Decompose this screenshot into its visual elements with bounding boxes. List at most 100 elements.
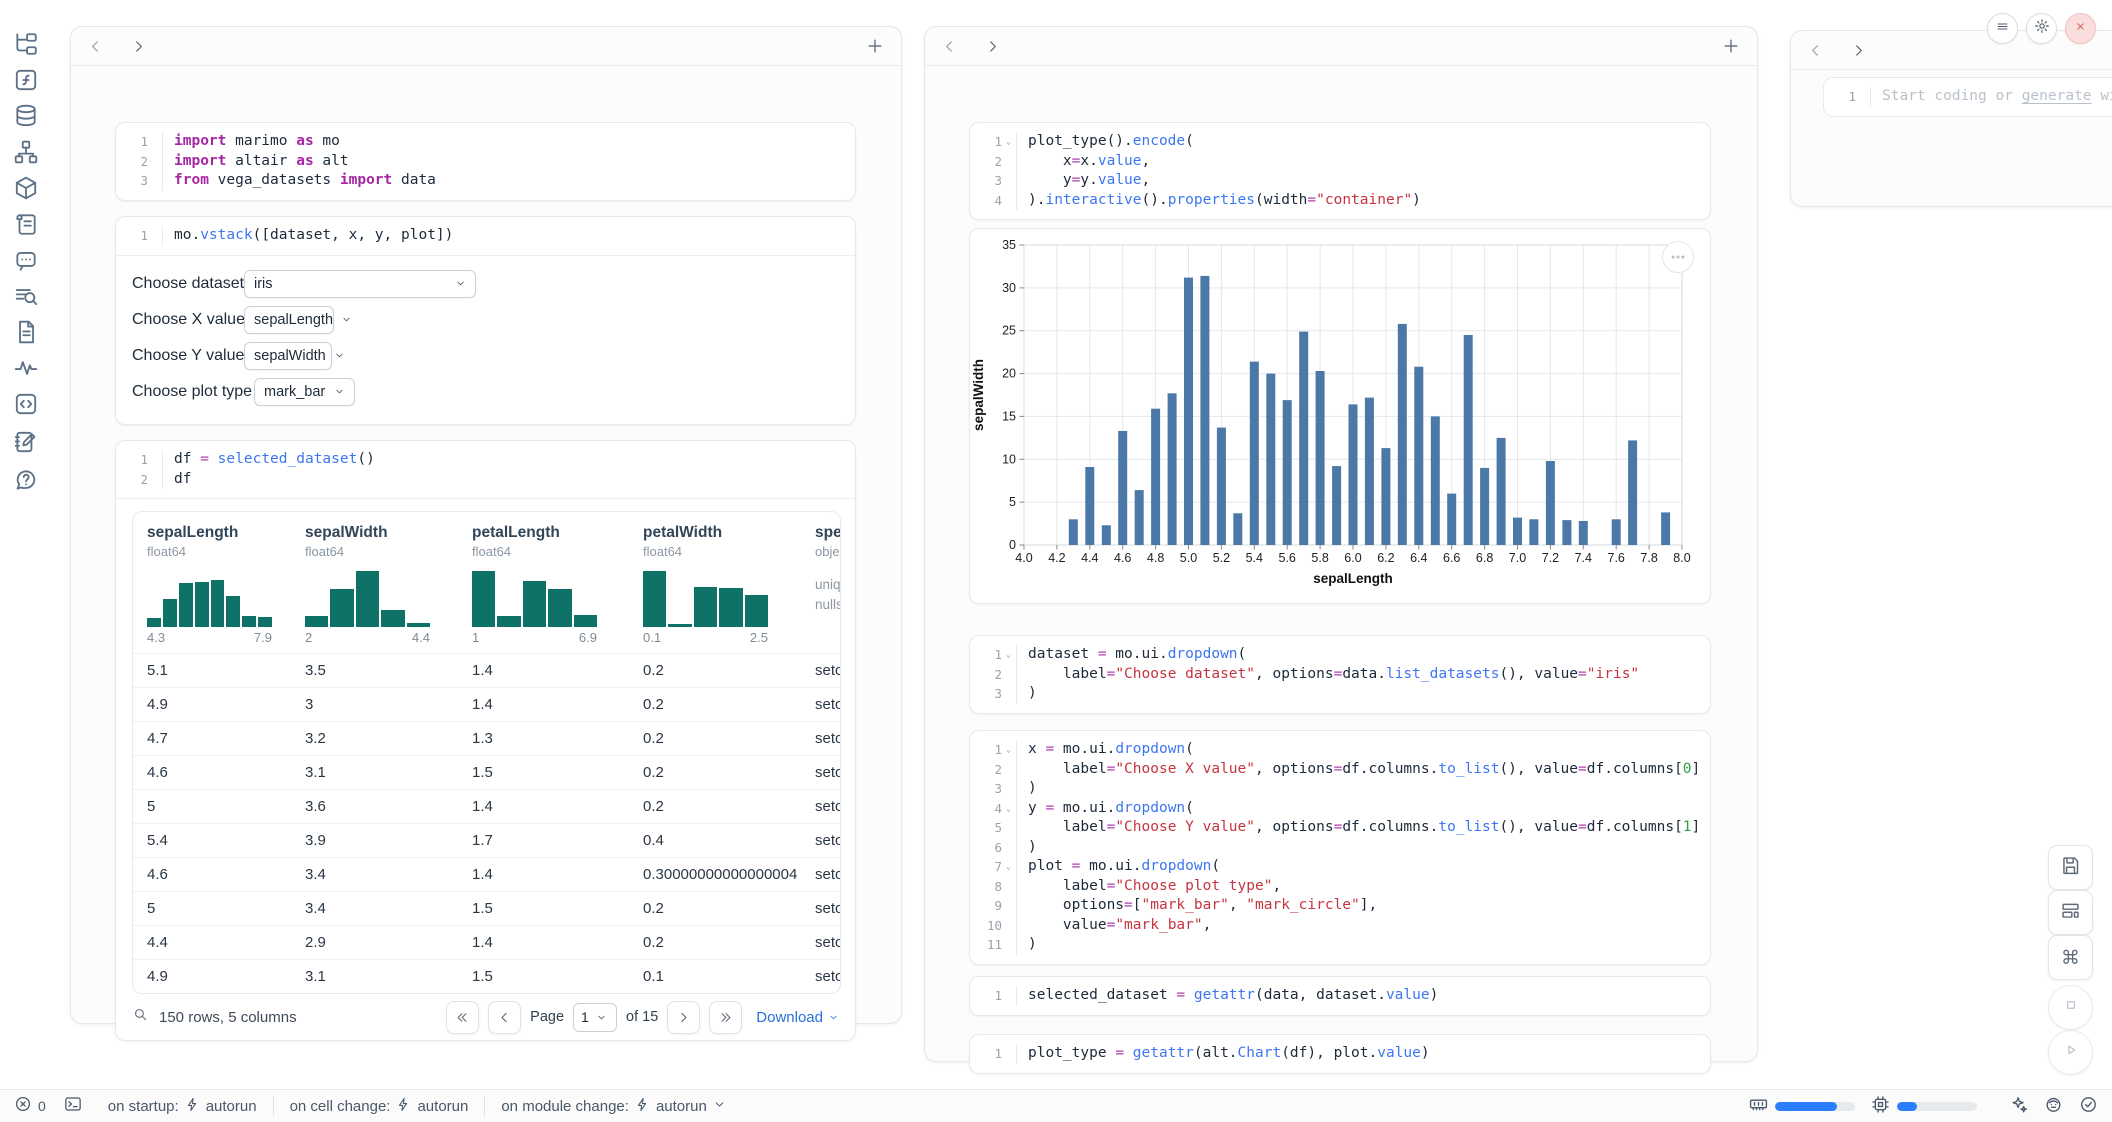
code-editor[interactable]: 1⌄dataset = mo.ui.dropdown(2 label="Choo… [970, 636, 1710, 713]
ai-features-button[interactable] [2009, 1095, 2028, 1118]
svg-text:6.8: 6.8 [1476, 551, 1493, 565]
choose-x-value-select[interactable]: sepalLength [244, 306, 334, 334]
generate-with-ai-link[interactable]: generate [2022, 88, 2092, 104]
code-cell[interactable]: 1⌄plot_type().encode(2 x=x.value,3 y=y.v… [969, 122, 1711, 220]
table-row[interactable]: 4.63.41.40.30000000000000004setosa [133, 857, 841, 891]
first-page-button[interactable] [446, 1001, 479, 1034]
column-histogram[interactable] [147, 569, 272, 627]
sidebar-item-packages[interactable] [12, 174, 40, 202]
column-histogram[interactable] [305, 569, 430, 627]
sidebar-item-ai-chat[interactable] [12, 246, 40, 274]
fold-toggle-icon[interactable]: ⌄ [1002, 799, 1015, 819]
add-cell-button[interactable] [1721, 36, 1741, 56]
column-header-petalWidth[interactable]: petalWidthfloat640.12.5 [629, 512, 801, 653]
scroll-left-icon[interactable] [1807, 42, 1824, 59]
sidebar-item-dependency-graph[interactable] [12, 138, 40, 166]
fold-toggle-icon[interactable]: ⌄ [1002, 857, 1015, 877]
scroll-left-icon[interactable] [87, 38, 104, 55]
table-row[interactable]: 5.43.91.70.4setosa [133, 823, 841, 857]
next-page-button[interactable] [667, 1001, 700, 1034]
code-editor[interactable]: 1plot_type = getattr(alt.Chart(df), plot… [970, 1035, 1710, 1073]
code-cell[interactable]: 1⌄x = mo.ui.dropdown(2 label="Choose X v… [969, 730, 1711, 965]
code-editor[interactable]: 1⌄plot_type().encode(2 x=x.value,3 y=y.v… [970, 123, 1710, 219]
cell-placeholder[interactable]: Start coding or generate with AI [1870, 87, 2112, 107]
code-cell[interactable]: 1df = selected_dataset()2df sepalLengthfl… [115, 440, 856, 1041]
table-row[interactable]: 4.63.11.50.2setosa [133, 755, 841, 789]
shutdown-button[interactable] [2065, 13, 2096, 44]
menu-button[interactable] [1987, 13, 2018, 44]
column-histogram[interactable] [643, 569, 768, 627]
code-cell[interactable]: 1selected_dataset = getattr(data, datase… [969, 976, 1711, 1016]
code-editor[interactable]: 1selected_dataset = getattr(data, datase… [970, 977, 1710, 1015]
sidebar-item-help[interactable] [12, 466, 40, 494]
code-editor[interactable]: 1df = selected_dataset()2df [116, 441, 855, 498]
add-cell-button[interactable] [865, 36, 885, 56]
altair-chart-output[interactable]: 4.04.24.44.64.85.05.25.45.65.86.06.26.46… [969, 228, 1711, 604]
keyboard-shortcuts-button[interactable]: ⌘ [2048, 935, 2093, 980]
table-row[interactable]: 5.13.51.40.2setosa [133, 653, 841, 687]
scroll-right-icon[interactable] [1850, 42, 1867, 59]
chart-menu-button[interactable] [1662, 241, 1694, 273]
column-header-sepalWidth[interactable]: sepalWidthfloat6424.4 [291, 512, 458, 653]
choose-y-value-select[interactable]: sepalWidth [244, 342, 332, 370]
table-row[interactable]: 4.42.91.40.2setosa [133, 925, 841, 959]
table-row[interactable]: 4.73.21.30.2setosa [133, 721, 841, 755]
code-cell[interactable]: 1plot_type = getattr(alt.Chart(df), plot… [969, 1034, 1711, 1074]
code-editor[interactable]: 1import marimo as mo2import altair as al… [116, 123, 855, 200]
svg-text:sepalLength: sepalLength [1313, 571, 1393, 586]
code-cell[interactable]: 1mo.vstack([dataset, x, y, plot])Choose … [115, 216, 856, 425]
on-startup-config[interactable]: on startup: autorun [108, 1097, 257, 1116]
scroll-left-icon[interactable] [941, 38, 958, 55]
connection-status-button[interactable] [2079, 1095, 2098, 1118]
fold-toggle-icon[interactable]: ⌄ [1002, 740, 1015, 760]
choose-dataset-select[interactable]: iris [244, 270, 476, 298]
save-button[interactable] [2048, 845, 2093, 890]
terminal-button[interactable] [64, 1095, 82, 1117]
layout-toggle-button[interactable] [2048, 890, 2093, 935]
fold-toggle-icon[interactable]: ⌄ [1002, 645, 1015, 665]
settings-button[interactable] [2026, 13, 2057, 44]
sidebar-item-functions[interactable] [12, 66, 40, 94]
assistant-button[interactable] [2044, 1095, 2063, 1118]
column-histogram[interactable] [472, 569, 597, 627]
table-row[interactable]: 53.41.50.2setosa [133, 891, 841, 925]
play-icon [2061, 1040, 2081, 1065]
sidebar-item-profiler[interactable] [12, 354, 40, 382]
code-cell[interactable]: 1⌄dataset = mo.ui.dropdown(2 label="Choo… [969, 635, 1711, 714]
column-header-sepalLength[interactable]: sepalLengthfloat644.37.9 [133, 512, 291, 653]
column-header-species[interactable]: speciesobjectuniquenulls: [801, 512, 841, 653]
last-page-button[interactable] [709, 1001, 742, 1034]
sidebar-item-documentation[interactable] [12, 318, 40, 346]
error-indicator[interactable]: 0 [14, 1095, 46, 1117]
code-editor[interactable]: 1mo.vstack([dataset, x, y, plot]) [116, 217, 855, 255]
table-row[interactable]: 4.931.40.2setosa [133, 687, 841, 721]
memory-icon [1749, 1095, 1768, 1118]
sidebar-item-tracebacks[interactable] [12, 282, 40, 310]
empty-cell[interactable]: 1 Start coding or generate with AI [1823, 77, 2112, 117]
table-row[interactable]: 53.61.40.2setosa [133, 789, 841, 823]
fold-toggle-icon[interactable]: ⌄ [1002, 132, 1015, 152]
run-button[interactable] [2048, 1030, 2093, 1075]
download-button[interactable]: Download [756, 1009, 839, 1026]
stop-button[interactable] [2048, 985, 2093, 1030]
code-cell[interactable]: 1import marimo as mo2import altair as al… [115, 122, 856, 201]
code-editor[interactable]: 1⌄x = mo.ui.dropdown(2 label="Choose X v… [970, 731, 1710, 964]
svg-text:5.6: 5.6 [1279, 551, 1296, 565]
sidebar-item-snippets[interactable] [12, 390, 40, 418]
table-search-icon[interactable] [132, 1006, 149, 1028]
sidebar-item-logs[interactable] [12, 210, 40, 238]
table-row[interactable]: 4.93.11.50.1setosa [133, 959, 841, 993]
sidebar-item-datasources[interactable] [12, 102, 40, 130]
sidebar-item-scratchpad[interactable] [12, 428, 40, 456]
previous-page-button[interactable] [488, 1001, 521, 1034]
bolt-icon [185, 1097, 200, 1116]
sidebar-item-file-explorer[interactable] [12, 30, 40, 58]
on-module-change-config[interactable]: on module change: autorun [501, 1097, 725, 1116]
column-header-petalLength[interactable]: petalLengthfloat6416.9 [458, 512, 629, 653]
scroll-right-icon[interactable] [984, 38, 1001, 55]
scroll-right-icon[interactable] [130, 38, 147, 55]
hamburger-icon [1995, 19, 2010, 39]
choose-plot-type-select[interactable]: mark_bar [254, 378, 355, 406]
page-number-select[interactable]: 1 [573, 1003, 617, 1032]
on-cell-change-config[interactable]: on cell change: autorun [290, 1097, 469, 1116]
